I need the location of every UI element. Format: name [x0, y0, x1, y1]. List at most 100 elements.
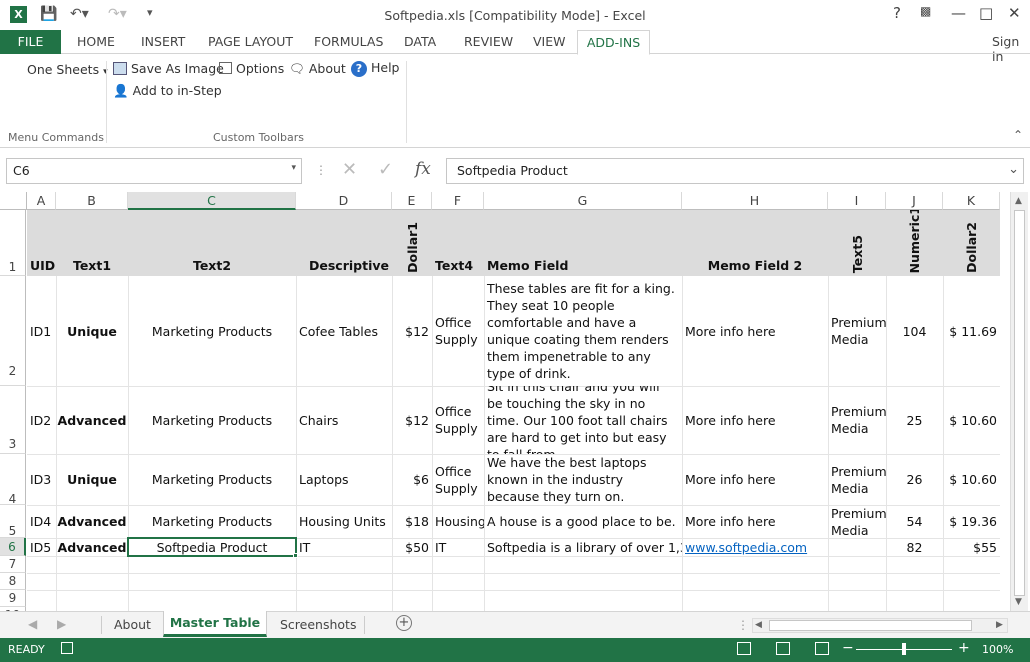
- cell-k3[interactable]: $ 10.60: [943, 386, 1000, 454]
- cell-d5[interactable]: Housing Units: [296, 505, 392, 538]
- tab-add-ins[interactable]: ADD-INS: [577, 30, 650, 55]
- scroll-up-icon[interactable]: ▲: [1015, 196, 1022, 206]
- help-button[interactable]: ?: [893, 4, 901, 22]
- cell-d2[interactable]: Cofee Tables: [296, 276, 392, 386]
- row-header-3[interactable]: 3: [0, 386, 26, 454]
- cell-a6[interactable]: ID5: [27, 538, 56, 556]
- close-icon[interactable]: ✕: [1008, 4, 1021, 22]
- row-header-8[interactable]: 8: [0, 573, 26, 590]
- one-sheets-dropdown[interactable]: One Sheets ▾: [27, 62, 108, 77]
- tab-view[interactable]: VIEW: [533, 34, 566, 49]
- confirm-entry-icon[interactable]: ✓: [378, 159, 393, 180]
- tab-data[interactable]: DATA: [404, 34, 436, 49]
- cell-i3[interactable]: Premium Media: [828, 386, 886, 454]
- cell-i2[interactable]: Premium Media: [828, 276, 886, 386]
- maximize-icon[interactable]: □: [979, 4, 993, 22]
- cell-e2[interactable]: $12: [392, 276, 432, 386]
- cell-e4[interactable]: $6: [392, 454, 432, 505]
- row-header-5[interactable]: 5: [0, 505, 26, 538]
- tab-review[interactable]: REVIEW: [464, 34, 513, 49]
- cell-j6[interactable]: 82: [886, 538, 943, 556]
- cell-g6[interactable]: Softpedia is a library of over 1,300: [484, 538, 682, 556]
- row-header-7[interactable]: 7: [0, 556, 26, 573]
- scroll-right-icon[interactable]: ▶: [996, 620, 1003, 630]
- zoom-level[interactable]: 100%: [982, 643, 1013, 656]
- cell-f2[interactable]: Office Supply: [432, 276, 484, 386]
- cell-g3[interactable]: Sit in this chair and you will be touchi…: [484, 386, 682, 454]
- cell-b6[interactable]: Advanced: [56, 538, 128, 556]
- cell-b4[interactable]: Unique: [56, 454, 128, 505]
- cell-a4[interactable]: ID3: [27, 454, 56, 505]
- cell-h5[interactable]: More info here: [682, 505, 828, 538]
- cell-f5[interactable]: Housing: [432, 505, 484, 538]
- cell-c5[interactable]: Marketing Products: [128, 505, 296, 538]
- cell-i6[interactable]: [828, 538, 886, 556]
- header-numeric1[interactable]: Numeric1: [886, 210, 943, 276]
- header-memo-field-2[interactable]: Memo Field 2: [682, 210, 828, 276]
- column-header-c[interactable]: C: [128, 192, 296, 210]
- more-tabs-icon[interactable]: ⋮: [737, 618, 749, 632]
- new-sheet-icon[interactable]: +: [396, 615, 412, 631]
- zoom-out-icon[interactable]: −: [842, 640, 854, 656]
- cell-g2[interactable]: These tables are fit for a king. They se…: [484, 276, 682, 386]
- cell-k5[interactable]: $ 19.36: [943, 505, 1000, 538]
- cell-d4[interactable]: Laptops: [296, 454, 392, 505]
- next-sheet-icon[interactable]: ▶: [57, 617, 66, 631]
- tab-home[interactable]: HOME: [77, 34, 115, 49]
- cell-f3[interactable]: Office Supply: [432, 386, 484, 454]
- macro-record-icon[interactable]: [61, 642, 73, 654]
- cell-e3[interactable]: $12: [392, 386, 432, 454]
- tab-page-layout[interactable]: PAGE LAYOUT: [208, 34, 293, 49]
- cell-j3[interactable]: 25: [886, 386, 943, 454]
- cell-h6[interactable]: www.softpedia.com: [682, 538, 828, 556]
- formula-input[interactable]: Softpedia Product ⌄: [446, 158, 1024, 184]
- row-header-2[interactable]: 2: [0, 276, 26, 386]
- insert-function-icon[interactable]: fx: [415, 159, 431, 179]
- row-header-4[interactable]: 4: [0, 454, 26, 506]
- cell-a2[interactable]: ID1: [27, 276, 56, 386]
- softpedia-link[interactable]: www.softpedia.com: [685, 539, 807, 556]
- cell-c6-active[interactable]: Softpedia Product: [127, 537, 297, 557]
- header-memo-field[interactable]: Memo Field: [484, 210, 682, 276]
- column-header-e[interactable]: E: [392, 192, 432, 210]
- header-text1[interactable]: Text1: [56, 210, 128, 276]
- name-box[interactable]: C6 ▾: [6, 158, 302, 184]
- prev-sheet-icon[interactable]: ◀: [28, 617, 37, 631]
- row-header-9[interactable]: 9: [0, 590, 26, 607]
- cell-d3[interactable]: Chairs: [296, 386, 392, 454]
- cancel-entry-icon[interactable]: ✕: [342, 159, 357, 180]
- column-header-f[interactable]: F: [432, 192, 484, 210]
- column-header-g[interactable]: G: [484, 192, 682, 210]
- add-to-instep-button[interactable]: 👤 Add to in-Step: [113, 83, 222, 99]
- normal-view-icon[interactable]: [737, 642, 751, 655]
- scroll-left-icon[interactable]: ◀: [755, 620, 762, 630]
- select-all-corner[interactable]: [0, 192, 27, 210]
- save-as-image-button[interactable]: Save As Image: [113, 61, 224, 76]
- header-text2[interactable]: Text2: [128, 210, 296, 276]
- column-header-i[interactable]: I: [828, 192, 886, 210]
- row-header-1[interactable]: 1: [0, 210, 26, 276]
- minimize-icon[interactable]: —: [951, 4, 966, 22]
- ribbon-display-options-icon[interactable]: ▩: [920, 4, 931, 18]
- page-layout-view-icon[interactable]: [776, 642, 790, 655]
- cell-e6[interactable]: $50: [392, 538, 432, 556]
- zoom-in-icon[interactable]: +: [958, 640, 970, 656]
- cell-h3[interactable]: More info here: [682, 386, 828, 454]
- cell-f4[interactable]: Office Supply: [432, 454, 484, 505]
- options-button[interactable]: Options: [219, 61, 284, 76]
- column-header-a[interactable]: A: [27, 192, 56, 210]
- cell-j4[interactable]: 26: [886, 454, 943, 505]
- row-header-6[interactable]: 6: [0, 538, 26, 556]
- cell-a3[interactable]: ID2: [27, 386, 56, 454]
- cell-c3[interactable]: Marketing Products: [128, 386, 296, 454]
- help-ribbon-button[interactable]: ? Help: [351, 60, 399, 77]
- vertical-scroll-thumb[interactable]: [1014, 210, 1025, 596]
- cell-f6[interactable]: IT: [432, 538, 484, 556]
- sheet-tab-about[interactable]: About: [114, 617, 151, 632]
- cell-b5[interactable]: Advanced: [56, 505, 128, 538]
- scroll-down-icon[interactable]: ▼: [1015, 597, 1022, 607]
- horizontal-scrollbar[interactable]: ◀ ▶: [752, 618, 1008, 633]
- worksheet-grid[interactable]: A B C D E F G H I J K 1 2 3 4 5 6 7 8 9 …: [0, 192, 1030, 611]
- column-header-k[interactable]: K: [943, 192, 1000, 210]
- tab-insert[interactable]: INSERT: [141, 34, 185, 49]
